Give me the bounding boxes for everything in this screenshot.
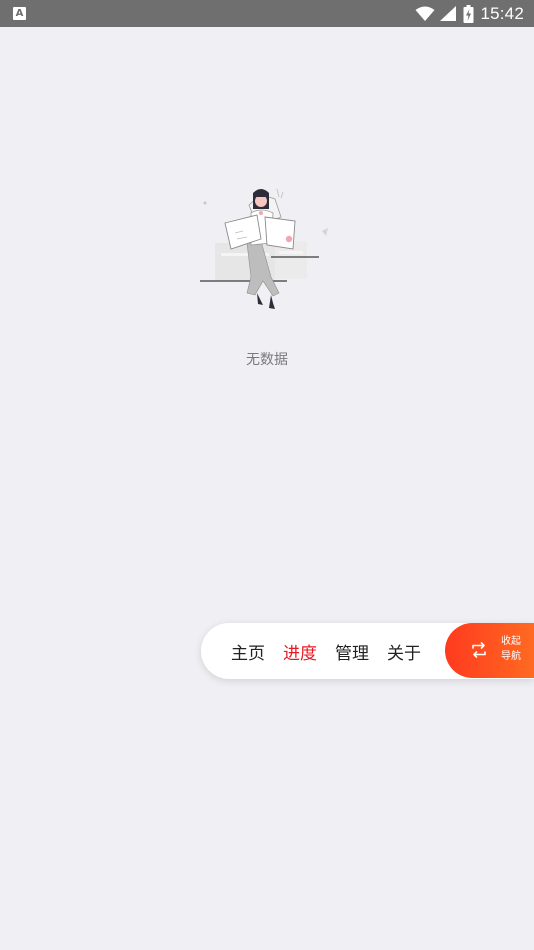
empty-state-message: 无数据 [246,352,288,368]
nav-item-home[interactable]: 主页 [231,639,265,664]
status-time: 15:42 [480,3,524,23]
wifi-icon [415,6,435,21]
status-indicators: 15:42 [415,0,524,27]
battery-charging-icon [463,4,474,23]
nav-item-manage[interactable]: 管理 [335,639,369,664]
collapse-nav-button[interactable]: 收起 导航 [445,623,534,678]
status-bar: A 15:42 [0,0,534,27]
collapse-label-line1: 收起 [501,636,521,647]
nav-item-progress[interactable]: 进度 [283,639,317,664]
empty-state-illustration [200,188,328,309]
collapse-label-line2: 导航 [501,651,521,662]
cell-signal-icon [440,6,457,21]
nav-items: 主页 进度 管理 关于 [231,623,439,679]
swap-icon [472,642,486,658]
nav-item-about[interactable]: 关于 [387,639,421,664]
collapse-nav-label: 收起 导航 [496,634,526,664]
app-notification-icon: A [13,7,26,20]
